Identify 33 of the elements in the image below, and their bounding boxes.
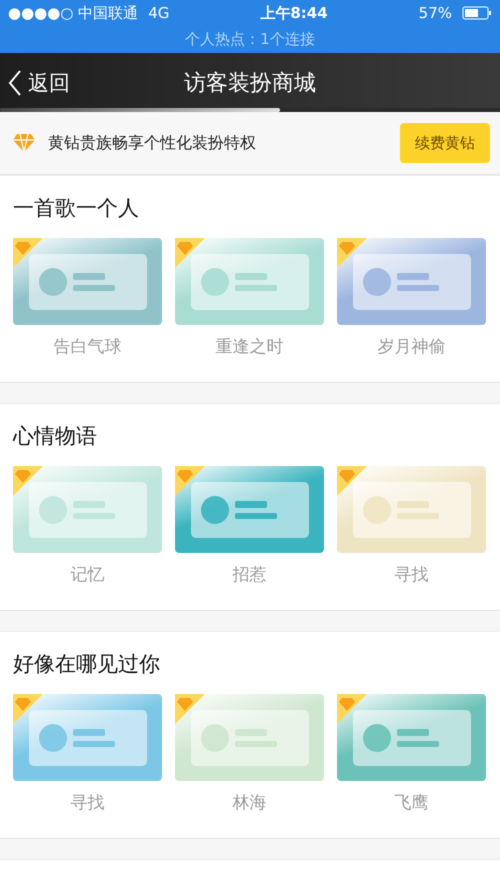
theme-name: 寻找 [394,564,428,586]
carrier-name: ●●●●○ 中国联通 [8,4,138,22]
network-type: 4G [148,4,170,22]
theme-thumbnail[interactable] [175,466,324,553]
page-title: 访客装扮商城 [184,70,316,98]
theme-thumbnail[interactable] [337,238,486,325]
theme-thumbnail[interactable] [175,694,324,781]
hotspot-notice: 个人热点：1个连接 [185,30,315,49]
banner-text: 黄钻贵族畅享个性化装扮特权 [48,132,257,154]
theme-thumbnail[interactable] [175,238,324,325]
section-title: 心情物语 [13,423,98,450]
section-title: 一首歌一个人 [13,195,140,222]
theme-thumbnail[interactable] [13,238,162,325]
theme-name: 招惹 [232,564,266,586]
theme-thumbnail[interactable] [337,466,486,553]
theme-name: 岁月神偷 [378,336,446,358]
theme-name: 寻找 [70,792,104,814]
battery-icon [462,6,492,20]
diamond-icon [12,133,36,153]
theme-thumbnail[interactable] [13,466,162,553]
theme-thumbnail[interactable] [337,694,486,781]
back-button[interactable]: 返回 [0,68,78,96]
clock: 上午8:44 [259,4,329,22]
battery-percent: 57% [418,4,452,22]
chevron-left-icon [8,68,22,96]
section-title: 好像在哪见过你 [13,651,161,678]
theme-name: 重逢之时 [216,336,284,358]
theme-name: 林海 [232,792,266,814]
theme-name: 飞鹰 [394,792,428,814]
theme-thumbnail[interactable] [13,694,162,781]
theme-name: 记忆 [70,564,104,586]
theme-name: 告白气球 [54,336,122,358]
renew-button[interactable]: 续费黄钻 [400,123,490,163]
